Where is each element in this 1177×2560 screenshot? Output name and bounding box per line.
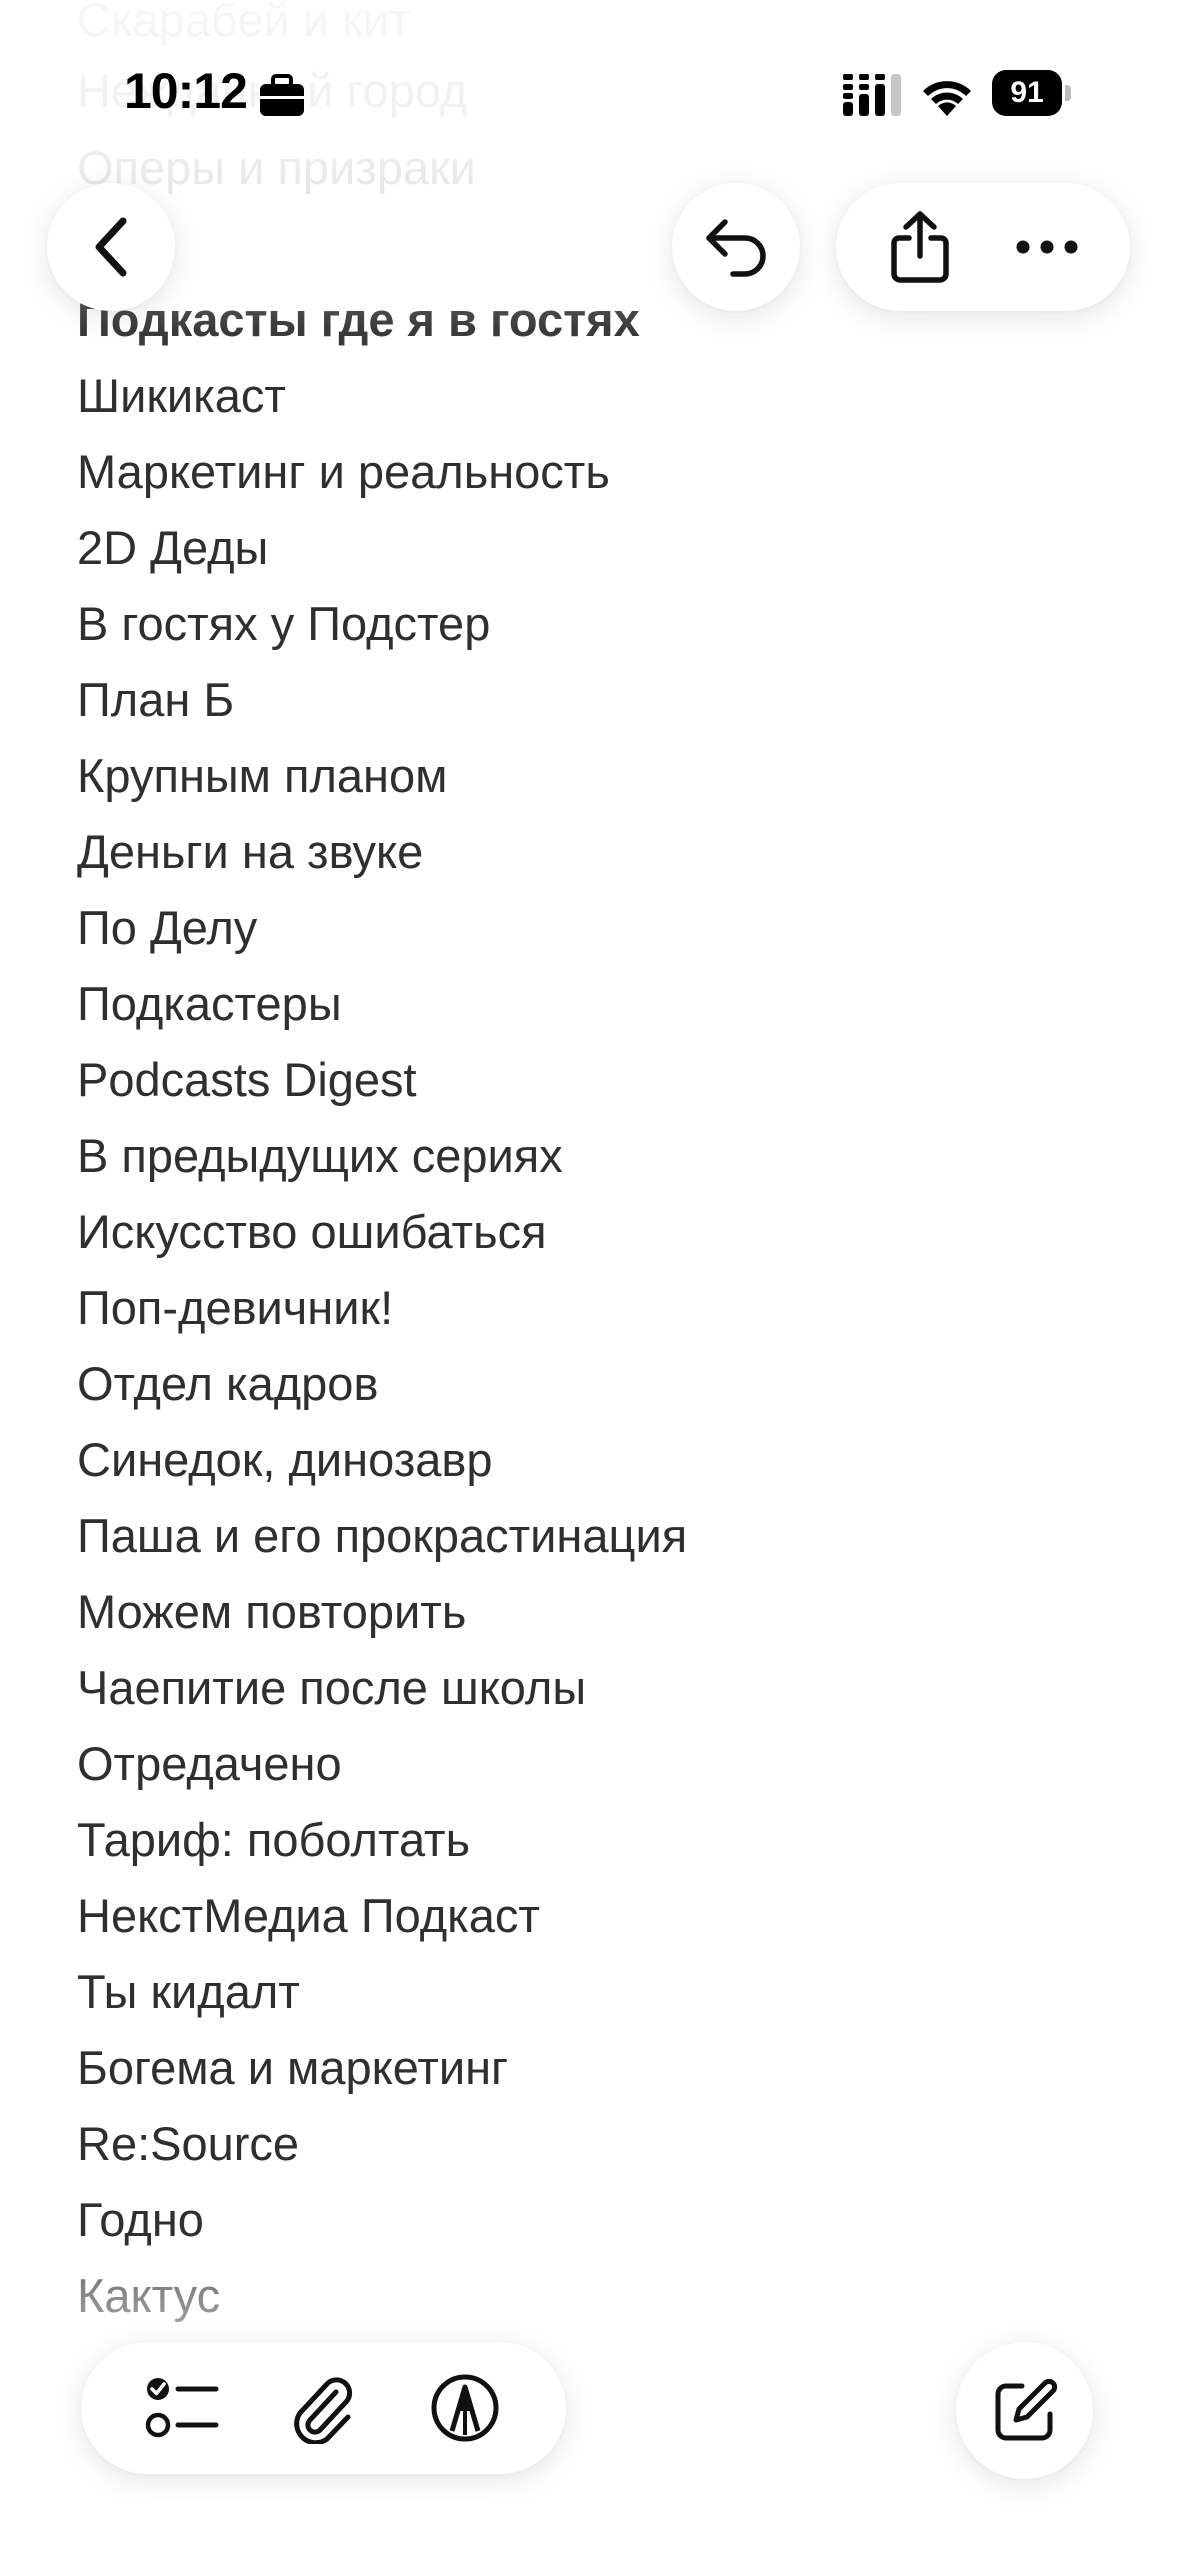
- list-item: Годно: [77, 2193, 204, 2246]
- list-item: Шикикаст: [77, 369, 286, 422]
- battery-tip: [1065, 85, 1071, 101]
- share-icon: [889, 210, 951, 284]
- paperclip-icon: [290, 2372, 356, 2444]
- status-bar: 10:12 91: [0, 0, 1177, 190]
- battery-level: 91: [992, 70, 1062, 116]
- markup-button[interactable]: [415, 2358, 515, 2458]
- list-item: В гостях у Подстер: [77, 597, 491, 650]
- actions-pill: [836, 183, 1130, 311]
- list-item: В предыдущих сериях: [77, 1129, 563, 1182]
- list-item: Синедок, динозавр: [77, 1433, 493, 1486]
- list-item: По Делу: [77, 901, 258, 954]
- list-item: Ты кидалт: [77, 1965, 300, 2018]
- list-item: Искусство ошибаться: [77, 1205, 547, 1258]
- list-item: НекстМедиа Подкаст: [77, 1889, 540, 1942]
- list-item: Кактус: [77, 2269, 221, 2322]
- list-item: Отредачено: [77, 1737, 342, 1790]
- compose-button[interactable]: [956, 2342, 1093, 2479]
- bottom-toolbar: [81, 2342, 566, 2474]
- note-heading: Подкасты где я в гостях: [77, 293, 640, 346]
- notes-screen: Скарабей и кит Нежданный город Оперы и п…: [0, 0, 1177, 2560]
- undo-icon: [703, 216, 769, 278]
- list-item: Можем повторить: [77, 1585, 467, 1638]
- list-item: Podcasts Digest: [77, 1053, 417, 1106]
- list-item: Re:Source: [77, 2117, 300, 2170]
- pen-markup-icon: [430, 2373, 500, 2443]
- cellular-signal-icon: [843, 74, 903, 116]
- undo-button[interactable]: [672, 183, 800, 311]
- checklist-button[interactable]: [132, 2358, 232, 2458]
- checklist-icon: [144, 2375, 220, 2441]
- share-button[interactable]: [870, 197, 970, 297]
- list-item: Богема и маркетинг: [77, 2041, 509, 2094]
- list-item: 2D Деды: [77, 521, 269, 574]
- list-item: Чаепитие после школы: [77, 1661, 587, 1714]
- more-button[interactable]: [997, 197, 1097, 297]
- battery-icon: 91: [992, 70, 1072, 120]
- status-time: 10:12: [124, 63, 248, 119]
- wifi-icon: [918, 72, 976, 116]
- chevron-left-icon: [89, 215, 133, 279]
- briefcase-icon: [258, 74, 306, 118]
- list-item: Подкастеры: [77, 977, 342, 1030]
- list-item: Маркетинг и реальность: [77, 445, 610, 498]
- list-item: Деньги на звуке: [77, 825, 424, 878]
- compose-icon: [992, 2378, 1058, 2444]
- list-item: Паша и его прокрастинация: [77, 1509, 688, 1562]
- back-button[interactable]: [47, 183, 175, 311]
- list-item: План Б: [77, 673, 235, 726]
- attach-button[interactable]: [273, 2358, 373, 2458]
- ellipsis-icon: [1015, 239, 1079, 255]
- list-item: Поп-девичник!: [77, 1281, 394, 1334]
- list-item: Крупным планом: [77, 749, 448, 802]
- list-item: Тариф: поболтать: [77, 1813, 471, 1866]
- list-item: Отдел кадров: [77, 1357, 379, 1410]
